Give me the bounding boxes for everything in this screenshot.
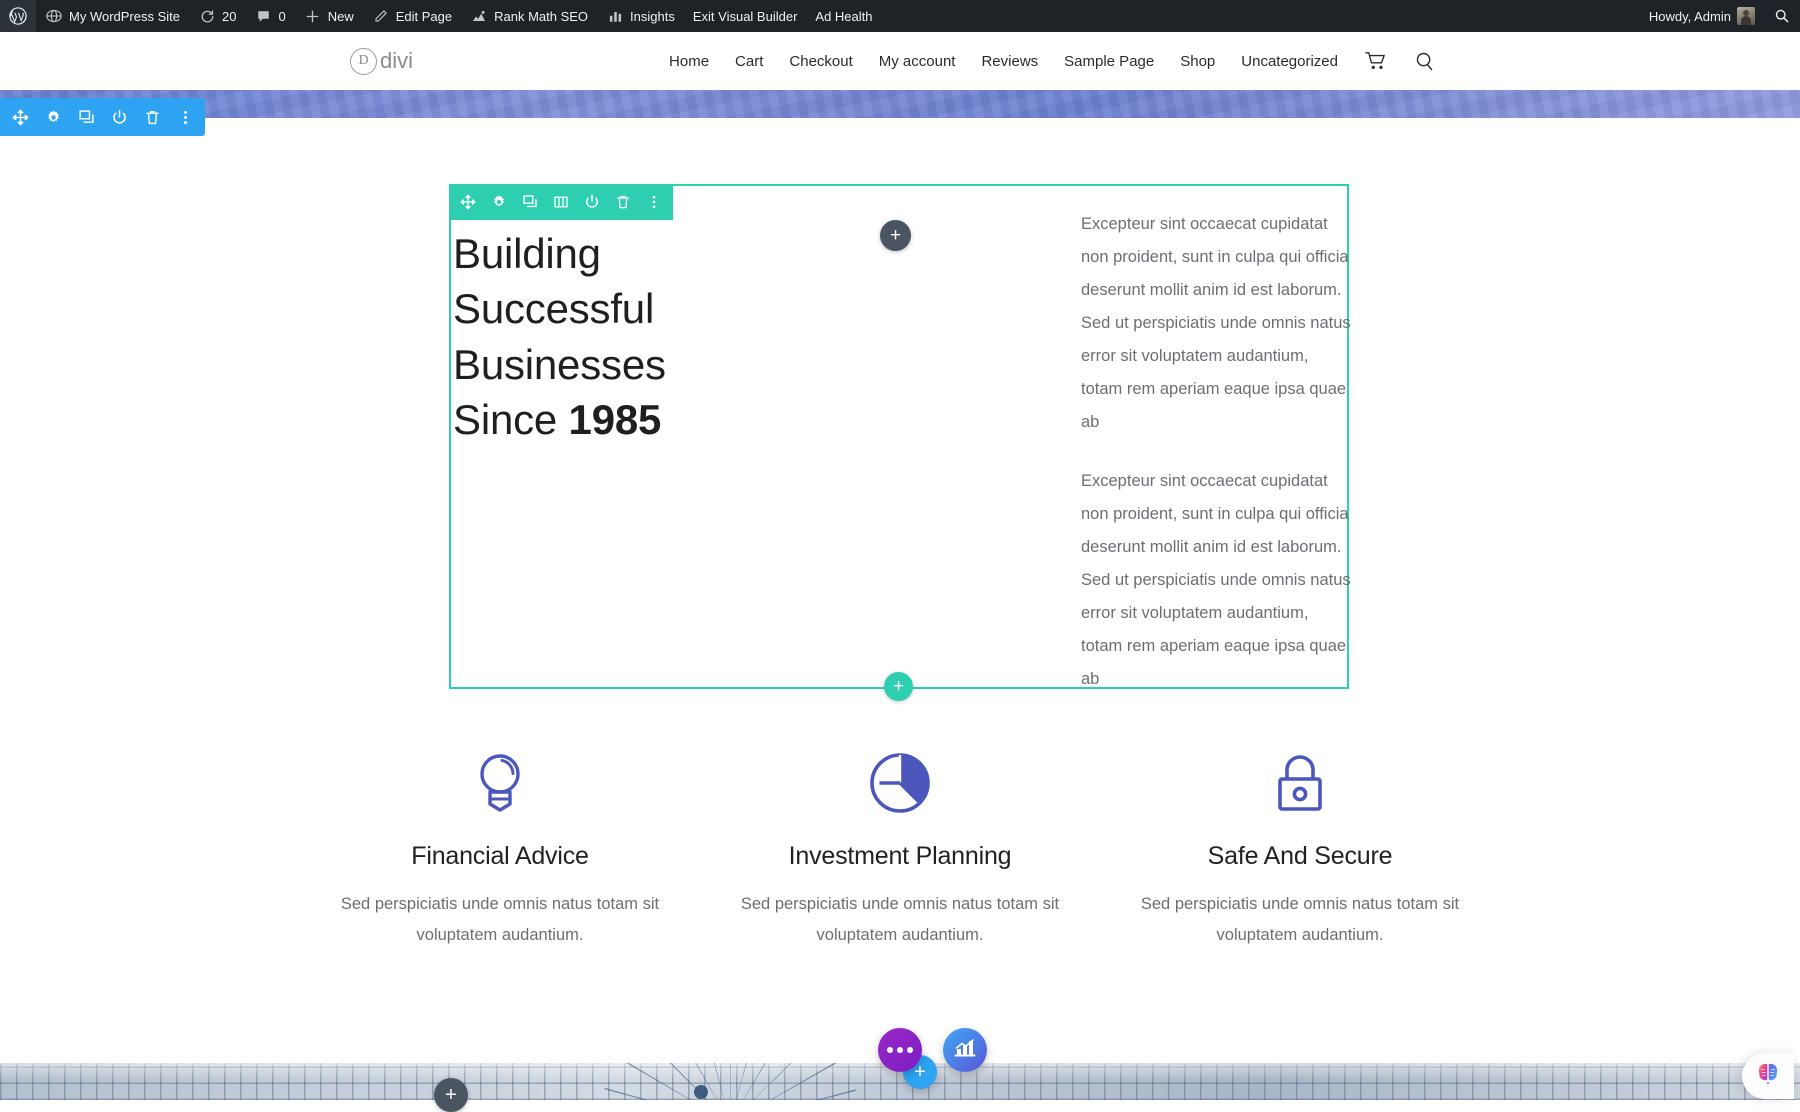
pie-chart-icon	[700, 740, 1100, 826]
nav-item-cart[interactable]: Cart	[722, 53, 776, 70]
insights-icon	[606, 7, 624, 25]
hero-heading-year: 1985	[569, 396, 662, 443]
gear-icon[interactable]	[39, 102, 67, 132]
row-container[interactable]: Building Successful Businesses Since 198…	[449, 184, 1349, 689]
ai-assistant-button[interactable]	[1742, 1053, 1794, 1099]
admin-bar-item-comments[interactable]: 0	[245, 0, 294, 32]
nav-item-uncategorized[interactable]: Uncategorized	[1228, 53, 1351, 70]
admin-bar-updates-count: 20	[222, 9, 236, 24]
admin-bar-item-exit-visual-builder[interactable]: Exit Visual Builder	[684, 0, 807, 32]
admin-bar-edit-page-label: Edit Page	[396, 9, 452, 24]
feature-card-financial-advice[interactable]: Financial Advice Sed perspiciatis unde o…	[300, 740, 700, 950]
admin-bar-new-label: New	[328, 9, 354, 24]
rankmath-icon	[470, 7, 488, 25]
trash-icon[interactable]	[609, 187, 637, 217]
power-icon[interactable]	[105, 102, 133, 132]
pencil-icon	[372, 7, 390, 25]
admin-bar-search-button[interactable]	[1764, 0, 1800, 32]
nav-item-my-account[interactable]: My account	[866, 53, 969, 70]
admin-bar-ad-health-label: Ad Health	[815, 9, 872, 24]
avatar	[1737, 7, 1755, 25]
admin-bar-exit-builder-label: Exit Visual Builder	[693, 9, 798, 24]
admin-bar-comments-count: 0	[278, 9, 285, 24]
divi-logo-icon: D	[350, 48, 377, 75]
builder-more-actions-button[interactable]	[878, 1028, 922, 1072]
more-options-icon[interactable]	[171, 102, 199, 132]
hero-heading-line-4-prefix: Since	[453, 396, 569, 443]
hero-heading-line-1: Building	[453, 230, 601, 277]
brain-icon	[1755, 1061, 1781, 1092]
hero-body-text[interactable]: Excepteur sint occaecat cupidatat non pr…	[1081, 208, 1351, 696]
nav-item-home[interactable]: Home	[656, 53, 722, 70]
feature-card-investment-planning[interactable]: Investment Planning Sed perspiciatis und…	[700, 740, 1100, 950]
site-header: D divi Home Cart Checkout My account Rev…	[0, 32, 1800, 90]
nav-item-checkout[interactable]: Checkout	[776, 53, 865, 70]
add-row-button[interactable]: +	[884, 672, 913, 701]
hero-heading-line-2: Successful	[453, 285, 654, 332]
row-toolbar	[449, 184, 673, 220]
nav-item-shop[interactable]: Shop	[1167, 53, 1228, 70]
main-navigation: Home Cart Checkout My account Reviews Sa…	[656, 51, 1450, 72]
admin-bar-item-rank-math-seo[interactable]: Rank Math SEO	[461, 0, 597, 32]
admin-bar-item-wordpress[interactable]	[0, 0, 36, 32]
hero-paragraph-2: Excepteur sint occaecat cupidatat non pr…	[1081, 465, 1351, 696]
search-icon[interactable]	[1401, 51, 1450, 72]
power-icon[interactable]	[578, 187, 606, 217]
admin-bar-item-new[interactable]: New	[295, 0, 363, 32]
site-logo-text: divi	[380, 48, 413, 74]
admin-bar-my-account[interactable]: Howdy, Admin	[1640, 0, 1764, 32]
admin-bar-site-label: My WordPress Site	[69, 9, 180, 24]
site-logo[interactable]: D divi	[350, 48, 413, 75]
hero-background-strip	[0, 90, 1800, 118]
admin-bar-howdy-label: Howdy, Admin	[1649, 9, 1731, 24]
move-row-icon[interactable]	[454, 187, 482, 217]
features-row: Financial Advice Sed perspiciatis unde o…	[300, 740, 1500, 950]
feature-description: Sed perspiciatis unde omnis natus totam …	[1100, 889, 1500, 950]
hero-paragraph-1: Excepteur sint occaecat cupidatat non pr…	[1081, 208, 1351, 439]
add-module-button[interactable]: +	[880, 220, 911, 251]
gear-icon[interactable]	[485, 187, 513, 217]
feature-title: Safe And Secure	[1100, 842, 1500, 871]
feature-title: Financial Advice	[300, 842, 700, 871]
hero-heading[interactable]: Building Successful Businesses Since 198…	[453, 226, 883, 448]
feature-title: Investment Planning	[700, 842, 1100, 871]
search-icon	[1773, 7, 1791, 25]
plus-icon	[304, 7, 322, 25]
admin-bar-item-ad-health[interactable]: Ad Health	[806, 0, 881, 32]
lock-icon	[1100, 740, 1500, 826]
updates-icon	[198, 7, 216, 25]
lightbulb-icon	[300, 740, 700, 826]
admin-bar-item-updates[interactable]: 20	[189, 0, 245, 32]
site-icon	[45, 7, 63, 25]
add-section-button[interactable]: +	[434, 1078, 468, 1112]
columns-icon[interactable]	[547, 187, 575, 217]
nav-item-reviews[interactable]: Reviews	[968, 53, 1051, 70]
admin-bar-insights-label: Insights	[630, 9, 675, 24]
trash-icon[interactable]	[138, 102, 166, 132]
comments-icon	[254, 7, 272, 25]
admin-bar-item-site-name[interactable]: My WordPress Site	[36, 0, 189, 32]
wp-admin-bar: My WordPress Site 20 0 New Edit Page Ran…	[0, 0, 1800, 32]
feature-description: Sed perspiciatis unde omnis natus totam …	[300, 889, 700, 950]
duplicate-icon[interactable]	[516, 187, 544, 217]
duplicate-icon[interactable]	[72, 102, 100, 132]
builder-stats-button[interactable]	[943, 1028, 987, 1072]
admin-bar-item-insights[interactable]: Insights	[597, 0, 684, 32]
nav-item-sample-page[interactable]: Sample Page	[1051, 53, 1167, 70]
hero-heading-line-3: Businesses	[453, 341, 666, 388]
more-options-icon[interactable]	[640, 187, 668, 217]
section-toolbar	[0, 98, 205, 136]
feature-description: Sed perspiciatis unde omnis natus totam …	[700, 889, 1100, 950]
wordpress-logo-icon	[9, 7, 27, 25]
admin-bar-rankmath-label: Rank Math SEO	[494, 9, 588, 24]
move-section-icon[interactable]	[6, 102, 34, 132]
bar-chart-icon	[953, 1037, 977, 1064]
feature-card-safe-and-secure[interactable]: Safe And Secure Sed perspiciatis unde om…	[1100, 740, 1500, 950]
shopping-cart-icon[interactable]	[1351, 51, 1401, 71]
admin-bar-item-edit-page[interactable]: Edit Page	[363, 0, 461, 32]
more-actions-icon	[887, 1047, 913, 1053]
